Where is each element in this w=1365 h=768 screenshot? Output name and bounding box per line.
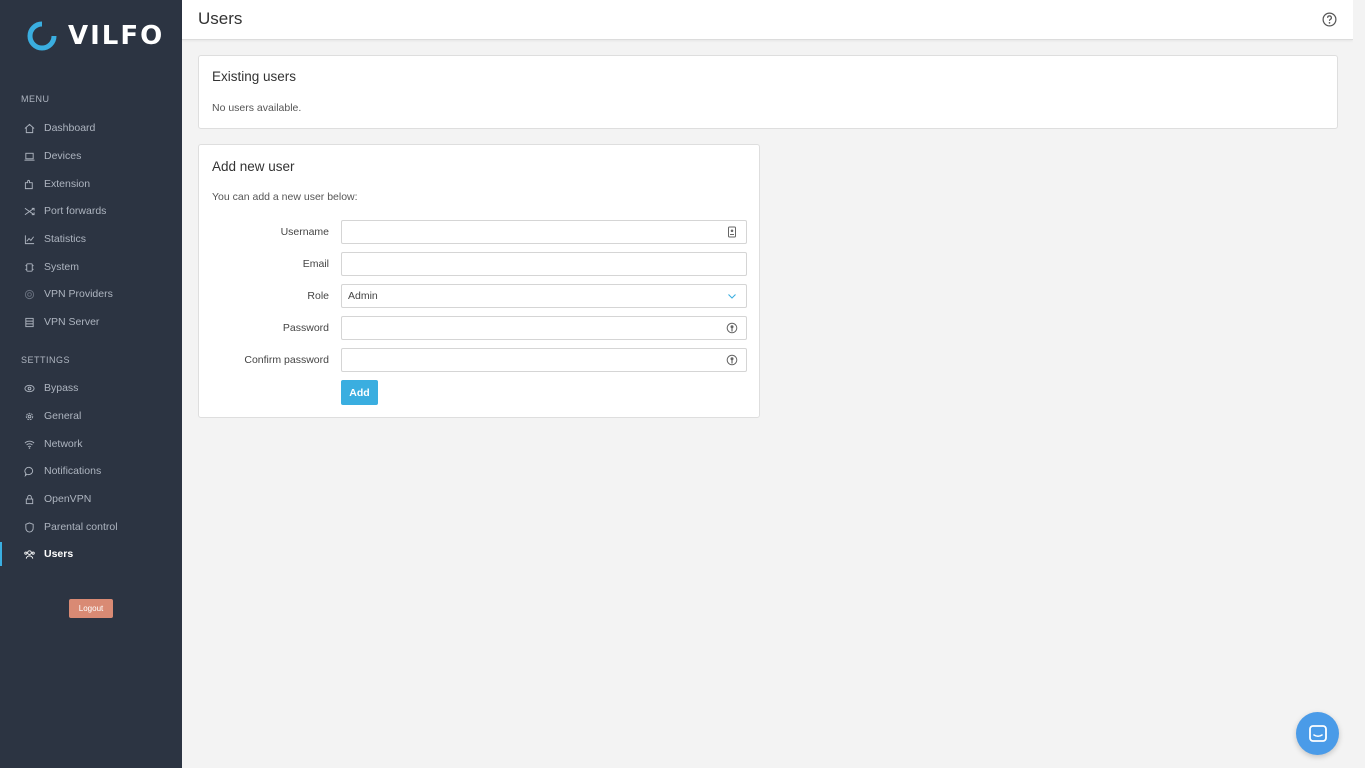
sidebar-item-label: System xyxy=(44,261,80,273)
add-user-button[interactable]: Add xyxy=(341,380,378,405)
confirm-password-label: Confirm password xyxy=(244,354,329,366)
sidebar-item-statistics[interactable]: Statistics xyxy=(0,227,182,251)
sidebar-item-vpn-server[interactable]: VPN Server xyxy=(0,310,182,334)
role-selected-value: Admin xyxy=(348,290,378,302)
add-user-card: Add new user You can add a new user belo… xyxy=(198,144,760,418)
sidebar-item-label: Users xyxy=(44,548,74,560)
role-select[interactable]: Admin xyxy=(341,284,747,308)
email-label: Email xyxy=(302,258,329,270)
add-user-title: Add new user xyxy=(212,159,295,174)
server-icon xyxy=(23,316,35,328)
sidebar-item-parental-control[interactable]: Parental control xyxy=(0,515,182,539)
sidebar-item-label: Dashboard xyxy=(44,122,96,134)
settings-section-label: SETTINGS xyxy=(21,355,71,365)
home-icon xyxy=(23,122,35,134)
page-header: Users xyxy=(182,0,1353,40)
sidebar-item-label: Extension xyxy=(44,178,91,190)
sidebar-item-label: Statistics xyxy=(44,233,87,245)
add-user-description: You can add a new user below: xyxy=(212,191,358,203)
sidebar-item-openvpn[interactable]: OpenVPN xyxy=(0,487,182,511)
username-input[interactable] xyxy=(341,220,747,244)
sidebar-item-label: Network xyxy=(44,438,83,450)
email-field[interactable] xyxy=(341,252,747,276)
sidebar-item-label: VPN Server xyxy=(44,316,100,328)
sidebar-item-port-forwards[interactable]: Port forwards xyxy=(0,199,182,223)
shuffle-icon xyxy=(23,205,35,217)
vilfo-logo[interactable]: VILFO xyxy=(26,20,164,52)
users-icon xyxy=(23,548,35,560)
sidebar-item-label: Notifications xyxy=(44,465,102,477)
sidebar-item-label: General xyxy=(44,410,82,422)
sidebar-item-label: VPN Providers xyxy=(44,288,113,300)
scrollbar[interactable] xyxy=(1353,0,1365,768)
chip-icon xyxy=(23,261,35,273)
sidebar-item-users[interactable]: Users xyxy=(0,542,182,566)
sidebar-item-notifications[interactable]: Notifications xyxy=(0,459,182,483)
logout-button[interactable]: Logout xyxy=(69,599,113,618)
no-users-text: No users available. xyxy=(212,102,302,114)
sidebar-item-devices[interactable]: Devices xyxy=(0,144,182,168)
globe-icon xyxy=(23,288,35,300)
laptop-icon xyxy=(23,150,35,162)
sidebar-item-vpn-providers[interactable]: VPN Providers xyxy=(0,282,182,306)
sidebar-item-bypass[interactable]: Bypass xyxy=(0,376,182,400)
chat-icon xyxy=(1308,724,1327,742)
menu-section-label: MENU xyxy=(21,94,50,104)
sidebar-item-label: Devices xyxy=(44,150,82,162)
eye-icon xyxy=(23,382,35,394)
sidebar-item-label: Parental control xyxy=(44,521,118,533)
role-label: Role xyxy=(307,290,329,302)
existing-users-card: Existing users No users available. xyxy=(198,55,1338,129)
puzzle-icon xyxy=(23,178,35,190)
wifi-icon xyxy=(23,438,35,450)
key-icon[interactable] xyxy=(726,322,738,334)
sidebar-item-general[interactable]: General xyxy=(0,404,182,428)
shield-icon xyxy=(23,521,35,533)
chat-bubble-icon xyxy=(23,465,35,477)
brand-name: VILFO xyxy=(68,21,165,51)
confirm-password-field[interactable] xyxy=(341,348,747,372)
chevron-down-icon xyxy=(728,294,736,299)
sidebar-item-network[interactable]: Network xyxy=(0,432,182,456)
sidebar-item-label: OpenVPN xyxy=(44,493,92,505)
page-title: Users xyxy=(198,9,243,28)
vilfo-logo-icon xyxy=(27,21,57,51)
sidebar-item-dashboard[interactable]: Dashboard xyxy=(0,116,182,140)
sidebar-item-extension[interactable]: Extension xyxy=(0,172,182,196)
sidebar: VILFO MENU Dashboard Devices Extension P… xyxy=(0,0,182,768)
gear-icon xyxy=(23,410,35,422)
sidebar-item-label: Port forwards xyxy=(44,205,107,217)
contact-card-icon[interactable] xyxy=(726,226,738,238)
lock-icon xyxy=(23,493,35,505)
password-label: Password xyxy=(282,322,329,334)
existing-users-title: Existing users xyxy=(212,69,297,84)
username-label: Username xyxy=(280,226,329,238)
sidebar-item-system[interactable]: System xyxy=(0,255,182,279)
help-icon[interactable] xyxy=(1322,12,1337,27)
chart-icon xyxy=(23,233,35,245)
sidebar-item-label: Bypass xyxy=(44,382,79,394)
password-field[interactable] xyxy=(341,316,747,340)
chat-launcher-button[interactable] xyxy=(1296,712,1339,755)
key-icon[interactable] xyxy=(726,354,738,366)
